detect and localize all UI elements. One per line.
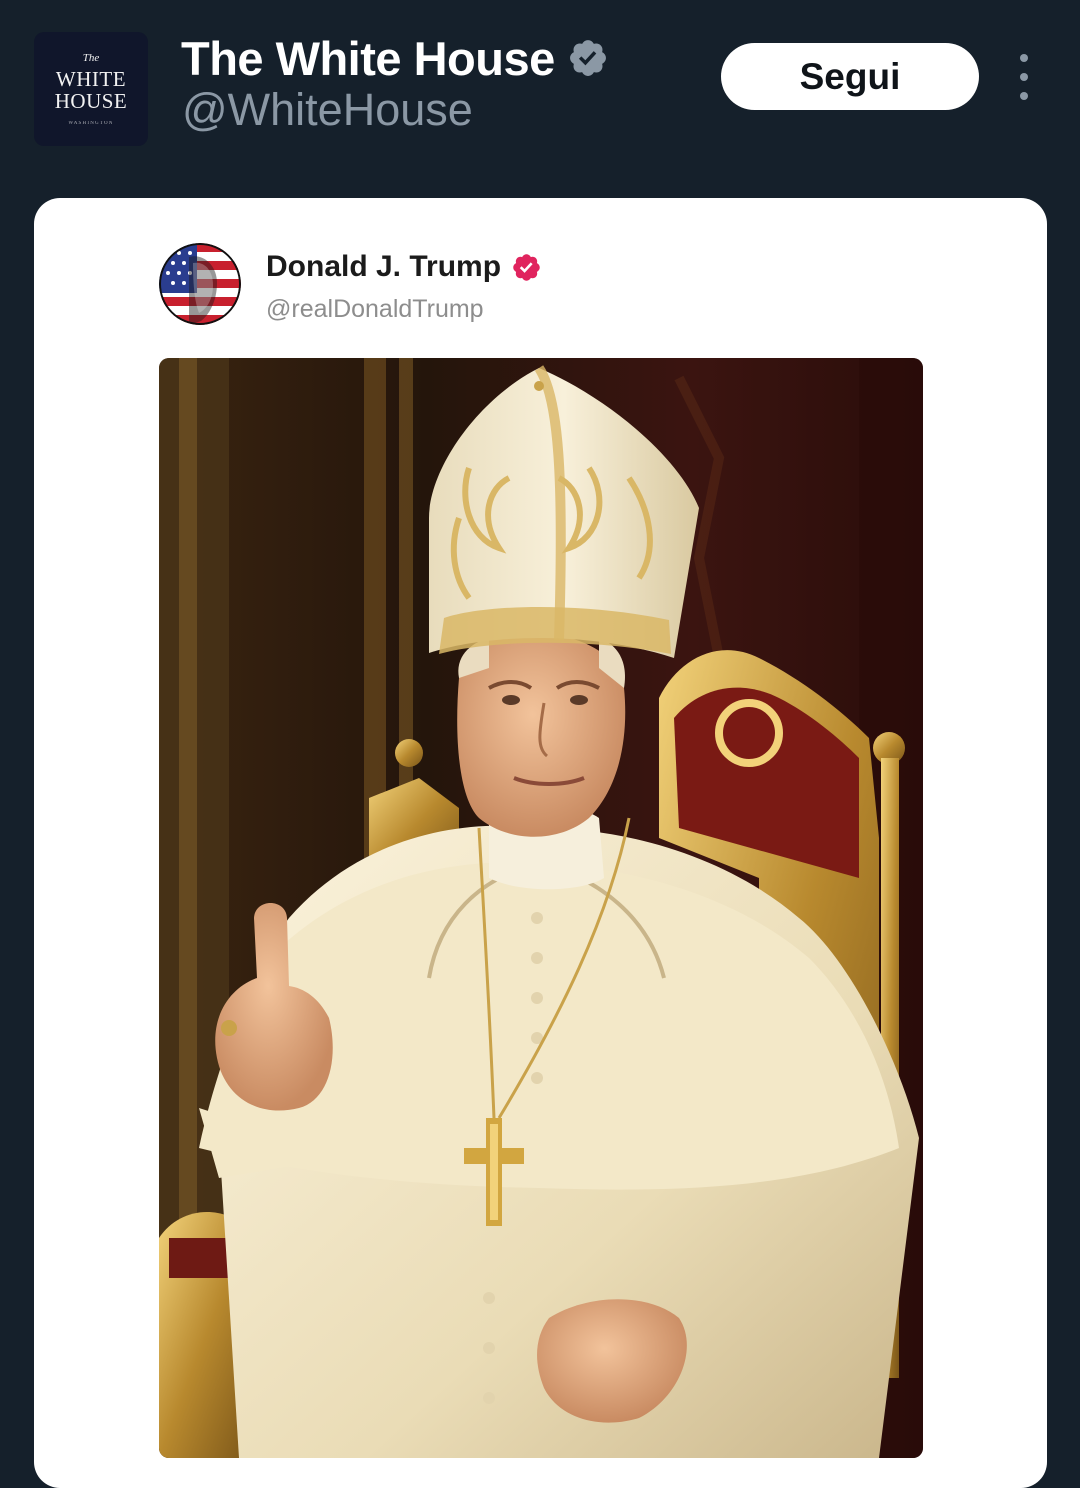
post-media-card[interactable]: Donald J. Trump @realDonaldTrump xyxy=(34,198,1047,1488)
quoted-author-name: Donald J. Trump xyxy=(266,250,502,283)
logo-text-washington: WASHINGTON xyxy=(68,121,114,126)
account-name[interactable]: The White House xyxy=(181,31,555,86)
post-header: The WHITE HOUSE WASHINGTON The White Hou… xyxy=(0,0,1080,190)
verified-badge-icon xyxy=(513,253,540,281)
quoted-author-handle: @realDonaldTrump xyxy=(266,295,484,323)
account-avatar[interactable]: The WHITE HOUSE WASHINGTON xyxy=(34,32,148,146)
logo-text-the: The xyxy=(82,52,100,64)
quoted-name-row: Donald J. Trump xyxy=(266,250,542,284)
quoted-post-image[interactable] xyxy=(159,358,923,1458)
more-dot xyxy=(1020,92,1028,100)
follow-button[interactable]: Segui xyxy=(721,43,979,110)
more-dot xyxy=(1020,73,1028,81)
more-dot xyxy=(1020,54,1028,62)
more-vertical-icon[interactable] xyxy=(1004,54,1044,100)
account-name-row: The White House xyxy=(181,30,609,86)
logo-text-house: HOUSE xyxy=(54,89,128,113)
logo-text-white: WHITE xyxy=(55,67,127,91)
quoted-avatar xyxy=(159,243,241,325)
account-handle[interactable]: @WhiteHouse xyxy=(182,84,473,136)
flag-face-avatar-image xyxy=(159,243,241,325)
papal-portrait-image xyxy=(159,358,923,1458)
verified-badge-icon xyxy=(569,40,606,76)
